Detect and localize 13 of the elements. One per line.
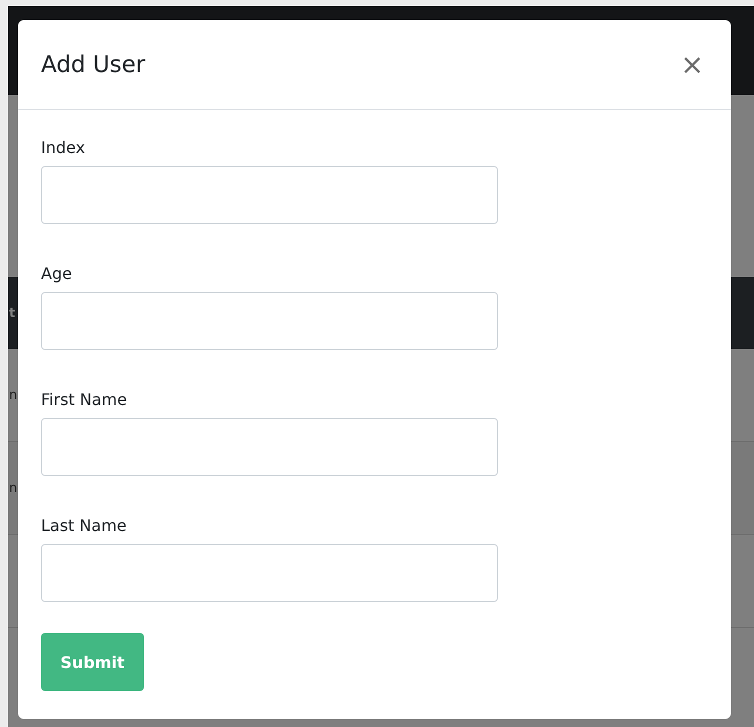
field-label: Last Name [41, 516, 128, 536]
field-label: First Name [41, 390, 128, 410]
table-cell: n [9, 480, 18, 496]
field-label: Age [41, 264, 73, 284]
table-header-text: t [9, 306, 16, 320]
field-label: Index [41, 138, 86, 158]
input-field[interactable] [41, 166, 498, 224]
input-field[interactable] [41, 544, 498, 602]
input-field[interactable] [41, 292, 498, 350]
modal-title: Add User [41, 52, 146, 78]
close-button[interactable]: × [676, 50, 708, 78]
table-cell: n [9, 388, 18, 402]
input-field[interactable] [41, 418, 498, 476]
